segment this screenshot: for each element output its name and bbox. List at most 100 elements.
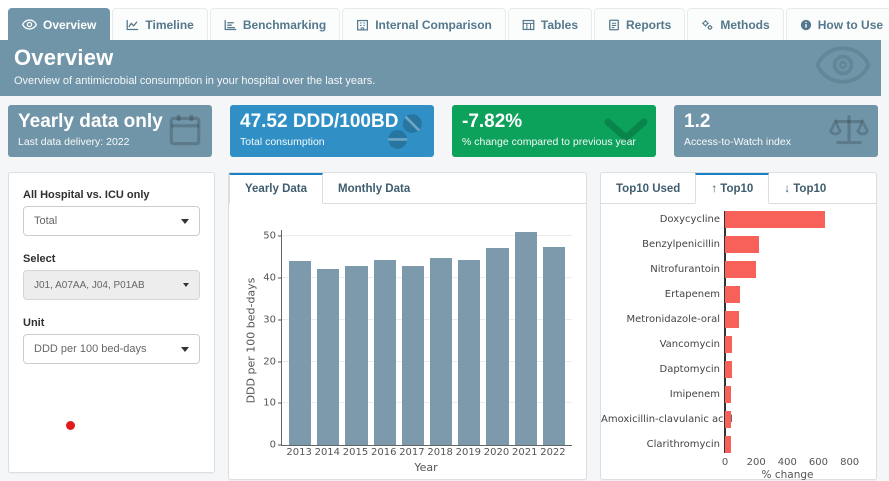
bar-2015 <box>345 266 367 445</box>
x-axis-title: Year <box>281 461 571 474</box>
bar-imipenem <box>725 386 731 403</box>
select-value: DDD per 100 bed-days <box>34 343 147 355</box>
x-tick-label: 2015 <box>341 447 369 458</box>
unit-select[interactable]: DDD per 100 bed-days <box>23 334 200 364</box>
hospital-select[interactable]: Total <box>23 206 200 236</box>
x-tick-label: 2016 <box>370 447 398 458</box>
nav-tab-bar: Overview Timeline Benchmarking Internal … <box>0 0 889 40</box>
bar-2020 <box>486 248 508 445</box>
tab-top10-decrease[interactable]: ↓ Top10 <box>769 173 841 204</box>
chevron-down-icon <box>181 219 189 224</box>
x-tick-label: 600 <box>809 457 828 468</box>
chevron-down-icon <box>604 117 648 148</box>
category-label: Ertapenem <box>601 289 725 300</box>
tab-label: Internal Comparison <box>375 18 492 32</box>
bar-2018 <box>430 258 452 445</box>
tab-top10-increase[interactable]: ↑ Top10 <box>695 173 769 204</box>
tab-timeline[interactable]: Timeline <box>112 8 207 40</box>
x-axis-title: % change <box>725 469 850 481</box>
x-axis-ticks: 0200400600800 <box>725 457 873 469</box>
top10-tab-bar: Top10 Used ↑ Top10 ↓ Top10 <box>601 173 876 204</box>
scale-icon <box>828 111 870 156</box>
chart-row: Amoxicillin-clavulanic acid <box>601 411 876 428</box>
tab-internal-comparison[interactable]: Internal Comparison <box>342 8 506 40</box>
category-label: Doxycycline <box>601 214 725 225</box>
tab-monthly-data[interactable]: Monthly Data <box>323 173 425 204</box>
plot-area: 01020304050 <box>281 230 572 446</box>
value-box-yearly-data: Yearly data only Last data delivery: 202… <box>8 105 212 157</box>
tab-top10-used[interactable]: Top10 Used <box>601 173 695 204</box>
x-tick-label: 200 <box>747 457 766 468</box>
bar-amoxicillin-clavulanic-acid <box>725 411 731 428</box>
bar-track <box>725 236 876 253</box>
value-box-access-to-watch: 1.2 Access-to-Watch index <box>674 105 878 157</box>
y-tick-label: 50 <box>252 231 276 242</box>
bar-metronidazole-oral <box>725 311 739 328</box>
x-tick-label: 400 <box>778 457 797 468</box>
bar-track <box>725 261 876 278</box>
tab-overview[interactable]: Overview <box>8 8 110 40</box>
bar-2016 <box>374 260 396 445</box>
y-tick-label: 40 <box>252 273 276 284</box>
tab-label: Overview <box>43 18 96 32</box>
chart-row: Clarithromycin <box>601 436 876 453</box>
table-icon <box>522 19 535 31</box>
tab-label: Tables <box>541 18 578 32</box>
y-tick-label: 20 <box>252 356 276 367</box>
tab-benchmarking[interactable]: Benchmarking <box>210 8 340 40</box>
bar-track <box>725 286 876 303</box>
category-label: Imipenem <box>601 389 725 400</box>
filter-label: Select <box>23 253 200 265</box>
select-value: J01, A07AA, J04, P01AB <box>34 280 145 291</box>
x-tick-label: 800 <box>840 457 859 468</box>
bar-2021 <box>515 232 537 445</box>
chart-row: Metronidazole-oral <box>601 311 876 328</box>
category-label: Benzylpenicillin <box>601 239 725 250</box>
page-header: Overview Overview of antimicrobial consu… <box>0 40 881 96</box>
x-tick-label: 2021 <box>511 447 539 458</box>
pills-icon <box>384 111 426 156</box>
x-tick-label: 2020 <box>482 447 510 458</box>
tab-tables[interactable]: Tables <box>508 8 592 40</box>
bar-nitrofurantoin <box>725 261 756 278</box>
chevron-down-icon <box>181 347 189 352</box>
filter-group-hospital: All Hospital vs. ICU only Total <box>23 189 200 236</box>
bar-list-icon <box>224 19 237 31</box>
bar-track <box>725 386 876 403</box>
x-axis-labels: 2013201420152016201720182019202020212022 <box>281 447 571 458</box>
bar-2017 <box>402 266 424 446</box>
chart-tab-bar: Yearly Data Monthly Data <box>229 173 586 204</box>
bar-track <box>725 211 876 228</box>
chart-row: Doxycycline <box>601 211 876 228</box>
bar-track <box>725 436 876 453</box>
y-tick-label: 30 <box>252 314 276 325</box>
category-label: Nitrofurantoin <box>601 264 725 275</box>
chart-row: Vancomycin <box>601 336 876 353</box>
tab-yearly-data[interactable]: Yearly Data <box>229 173 323 204</box>
tab-reports[interactable]: Reports <box>594 8 685 40</box>
chart-row: Benzylpenicillin <box>601 236 876 253</box>
category-label: Metronidazole-oral <box>601 314 725 325</box>
filter-sidebar: All Hospital vs. ICU only Total Select J… <box>8 172 215 473</box>
filter-label: Unit <box>23 317 200 329</box>
x-tick-label: 2014 <box>313 447 341 458</box>
y-tick-label: 10 <box>252 398 276 409</box>
tab-how-to-use[interactable]: How to Use <box>786 8 889 40</box>
bar-2019 <box>458 260 480 445</box>
tab-label: Methods <box>720 18 769 32</box>
top10-chart-panel: Top10 Used ↑ Top10 ↓ Top10 Doxycycline Be… <box>600 172 877 480</box>
bar-track <box>725 411 876 428</box>
bar-clarithromycin <box>725 436 731 453</box>
page-title: Overview <box>14 45 881 71</box>
tab-label: Benchmarking <box>243 18 326 32</box>
atc-select[interactable]: J01, A07AA, J04, P01AB <box>23 270 200 300</box>
value-box-total-consumption: 47.52 DDD/100BD Total consumption <box>230 105 434 157</box>
report-icon <box>608 19 620 31</box>
line-chart-icon <box>126 19 139 31</box>
bar-2022 <box>543 247 565 445</box>
select-value: Total <box>34 215 57 227</box>
tab-methods[interactable]: Methods <box>687 8 783 40</box>
chart-row: Daptomycin <box>601 361 876 378</box>
yearly-bar-chart: DDD per 100 bed-days 01020304050 2013201… <box>229 204 586 474</box>
value-box-row: Yearly data only Last data delivery: 202… <box>8 105 878 157</box>
